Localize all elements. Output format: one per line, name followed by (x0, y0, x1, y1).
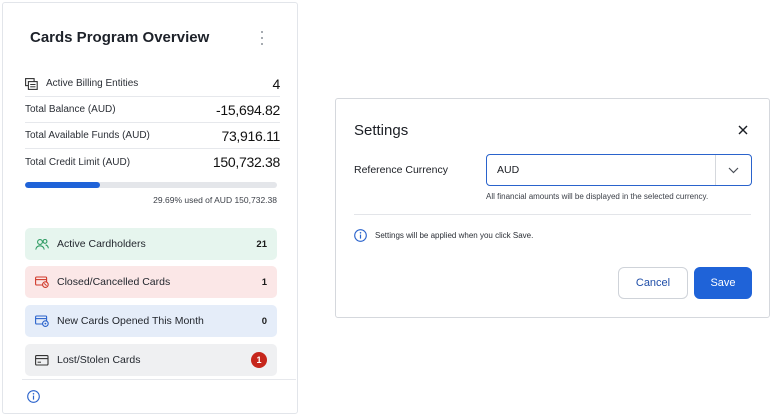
users-icon (35, 237, 49, 251)
more-options-icon[interactable] (258, 31, 266, 45)
dialog-divider (354, 214, 751, 215)
metric-label: Active Billing Entities (46, 78, 139, 89)
stat-count: 0 (261, 315, 267, 327)
metric-value: 4 (272, 75, 281, 92)
metric-value: -15,694.82 (216, 101, 280, 118)
credit-usage-caption: 29.69% used of AUD 150,732.38 (153, 195, 277, 205)
stat-new-cards-opened[interactable]: New Cards Opened This Month 0 (25, 305, 277, 337)
info-icon[interactable] (27, 390, 40, 408)
metric-value: 150,732.38 (212, 154, 280, 170)
save-button[interactable]: Save (694, 267, 752, 299)
stat-label: Active Cardholders (57, 238, 146, 250)
metric-label: Total Balance (AUD) (25, 104, 116, 115)
metric-value: 73,916.11 (221, 127, 280, 144)
notice-text: Settings will be applied when you click … (375, 231, 534, 240)
credit-usage-progress-fill (25, 182, 100, 188)
stat-label: Closed/Cancelled Cards (57, 276, 171, 288)
selected-currency-value: AUD (497, 164, 520, 176)
card-new-icon (35, 314, 49, 328)
stat-label: Lost/Stolen Cards (57, 354, 141, 366)
card-cancelled-icon (35, 275, 49, 289)
card-footer-divider (22, 379, 296, 380)
alert-count-badge: 1 (251, 352, 267, 368)
billing-entities-icon (25, 77, 38, 90)
stat-active-cardholders[interactable]: Active Cardholders 21 (25, 228, 277, 260)
settings-notice: Settings will be applied when you click … (354, 229, 533, 242)
chevron-down-icon[interactable] (715, 155, 751, 185)
metric-total-balance: Total Balance (AUD) -15,694.82 (25, 97, 280, 123)
stat-lost-stolen-cards[interactable]: Lost/Stolen Cards 1 (25, 344, 277, 376)
reference-currency-label: Reference Currency (354, 164, 448, 176)
stat-closed-cancelled-cards[interactable]: Closed/Cancelled Cards 1 (25, 266, 277, 298)
dialog-title: Settings (354, 122, 409, 139)
card-title: Cards Program Overview (30, 29, 210, 46)
stat-label: New Cards Opened This Month (57, 315, 204, 327)
credit-usage-progress-bar (25, 182, 277, 188)
metric-label: Total Credit Limit (AUD) (25, 156, 131, 168)
info-icon (354, 229, 367, 242)
settings-dialog: Settings Reference Currency AUD All fina… (335, 98, 770, 318)
reference-currency-select[interactable]: AUD (486, 154, 752, 186)
metric-total-credit-limit: Total Credit Limit (AUD) 150,732.38 (25, 149, 280, 175)
metric-label: Total Available Funds (AUD) (25, 130, 150, 141)
close-icon[interactable] (736, 123, 750, 137)
metric-total-available-funds: Total Available Funds (AUD) 73,916.11 (25, 123, 280, 149)
cancel-button[interactable]: Cancel (618, 267, 688, 299)
card-icon (35, 353, 49, 367)
metric-active-billing-entities: Active Billing Entities 4 (25, 71, 280, 97)
stat-count: 1 (261, 276, 267, 288)
currency-helper-text: All financial amounts will be displayed … (486, 192, 709, 201)
stat-count: 21 (256, 238, 267, 250)
